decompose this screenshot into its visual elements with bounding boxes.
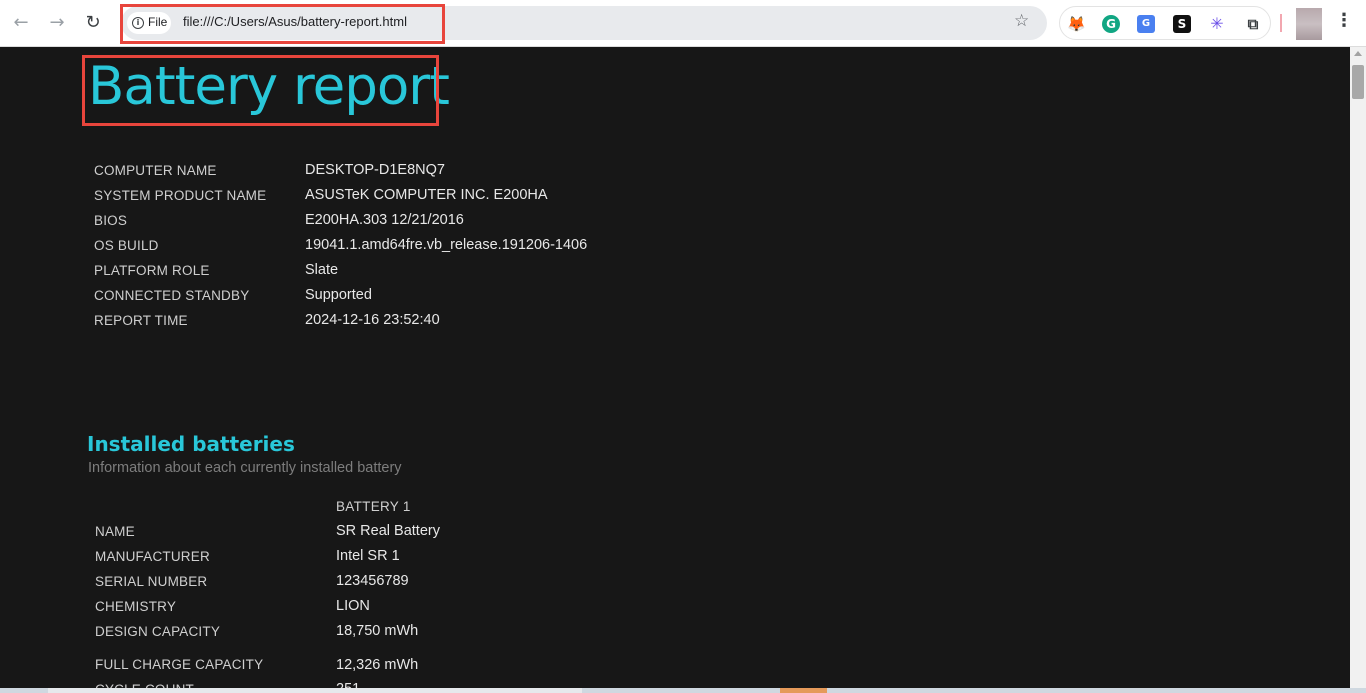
battery-label: CHEMISTRY	[95, 599, 177, 614]
info-label: BIOS	[94, 213, 128, 228]
info-label: CONNECTED STANDBY	[94, 288, 250, 303]
taskbar-segment-accent	[780, 688, 827, 693]
info-value: Supported	[305, 287, 372, 303]
taskbar-segment	[48, 688, 582, 693]
snowflake-extension-icon[interactable]: ✳	[1208, 15, 1226, 33]
battery-value: 18,750 mWh	[336, 623, 419, 639]
forward-button[interactable]: →	[44, 10, 70, 36]
star-icon[interactable]: ☆	[1014, 11, 1029, 31]
info-value: 19041.1.amd64fre.vb_release.191206-1406	[305, 237, 588, 253]
battery-value: Intel SR 1	[336, 548, 400, 564]
battery-label: SERIAL NUMBER	[95, 574, 208, 589]
info-label: COMPUTER NAME	[94, 163, 217, 178]
google-translate-extension-icon[interactable]: G	[1137, 15, 1155, 33]
battery-value: 123456789	[336, 573, 409, 589]
url-highlight-box	[120, 4, 445, 44]
extensions-puzzle-icon[interactable]: ⧉	[1244, 15, 1262, 33]
info-value: E200HA.303 12/21/2016	[305, 212, 464, 228]
kebab-menu-icon[interactable]: ⋮	[1335, 10, 1353, 31]
vertical-scrollbar[interactable]	[1350, 47, 1366, 693]
info-value: DESKTOP-D1E8NQ7	[305, 162, 445, 178]
info-value: ASUSTeK COMPUTER INC. E200HA	[305, 187, 548, 203]
metamask-extension-icon[interactable]: 🦊	[1067, 15, 1086, 33]
section-subtitle: Information about each currently install…	[88, 460, 402, 476]
browser-toolbar: ← → ↻ i File file:///C:/Users/Asus/batte…	[0, 0, 1366, 47]
scrollbar-thumb[interactable]	[1352, 65, 1364, 99]
title-highlight-box	[82, 55, 439, 126]
battery-value: LION	[336, 598, 370, 614]
arrow-right-icon: →	[49, 12, 65, 33]
battery-label: MANUFACTURER	[95, 549, 210, 564]
battery-column-header: BATTERY 1	[336, 499, 411, 514]
info-value: Slate	[305, 262, 339, 278]
reload-icon: ↻	[85, 12, 101, 33]
battery-label: DESIGN CAPACITY	[95, 624, 221, 639]
reload-button[interactable]: ↻	[80, 10, 106, 36]
info-label: OS BUILD	[94, 238, 159, 253]
extensions-area: 🦊 G G S ✳ ⧉	[1059, 6, 1271, 40]
battery-label: FULL CHARGE CAPACITY	[95, 657, 264, 672]
battery-label: NAME	[95, 524, 135, 539]
info-label: PLATFORM ROLE	[94, 263, 210, 278]
back-button[interactable]: ←	[8, 10, 34, 36]
arrow-left-icon: ←	[13, 12, 29, 33]
grammarly-extension-icon[interactable]: G	[1102, 15, 1120, 33]
battery-value: SR Real Battery	[336, 523, 440, 539]
battery-value: 12,326 mWh	[336, 657, 419, 673]
s-extension-icon[interactable]: S	[1173, 15, 1191, 33]
section-title: Installed batteries	[87, 432, 295, 456]
info-value: 2024-12-16 23:52:40	[305, 312, 440, 328]
info-label: SYSTEM PRODUCT NAME	[94, 188, 267, 203]
report-page: Battery report COMPUTER NAME DESKTOP-D1E…	[0, 47, 1350, 693]
profile-avatar[interactable]	[1296, 8, 1322, 40]
info-label: REPORT TIME	[94, 313, 188, 328]
toolbar-divider	[1280, 14, 1282, 32]
scroll-up-arrow-icon[interactable]	[1354, 51, 1362, 56]
